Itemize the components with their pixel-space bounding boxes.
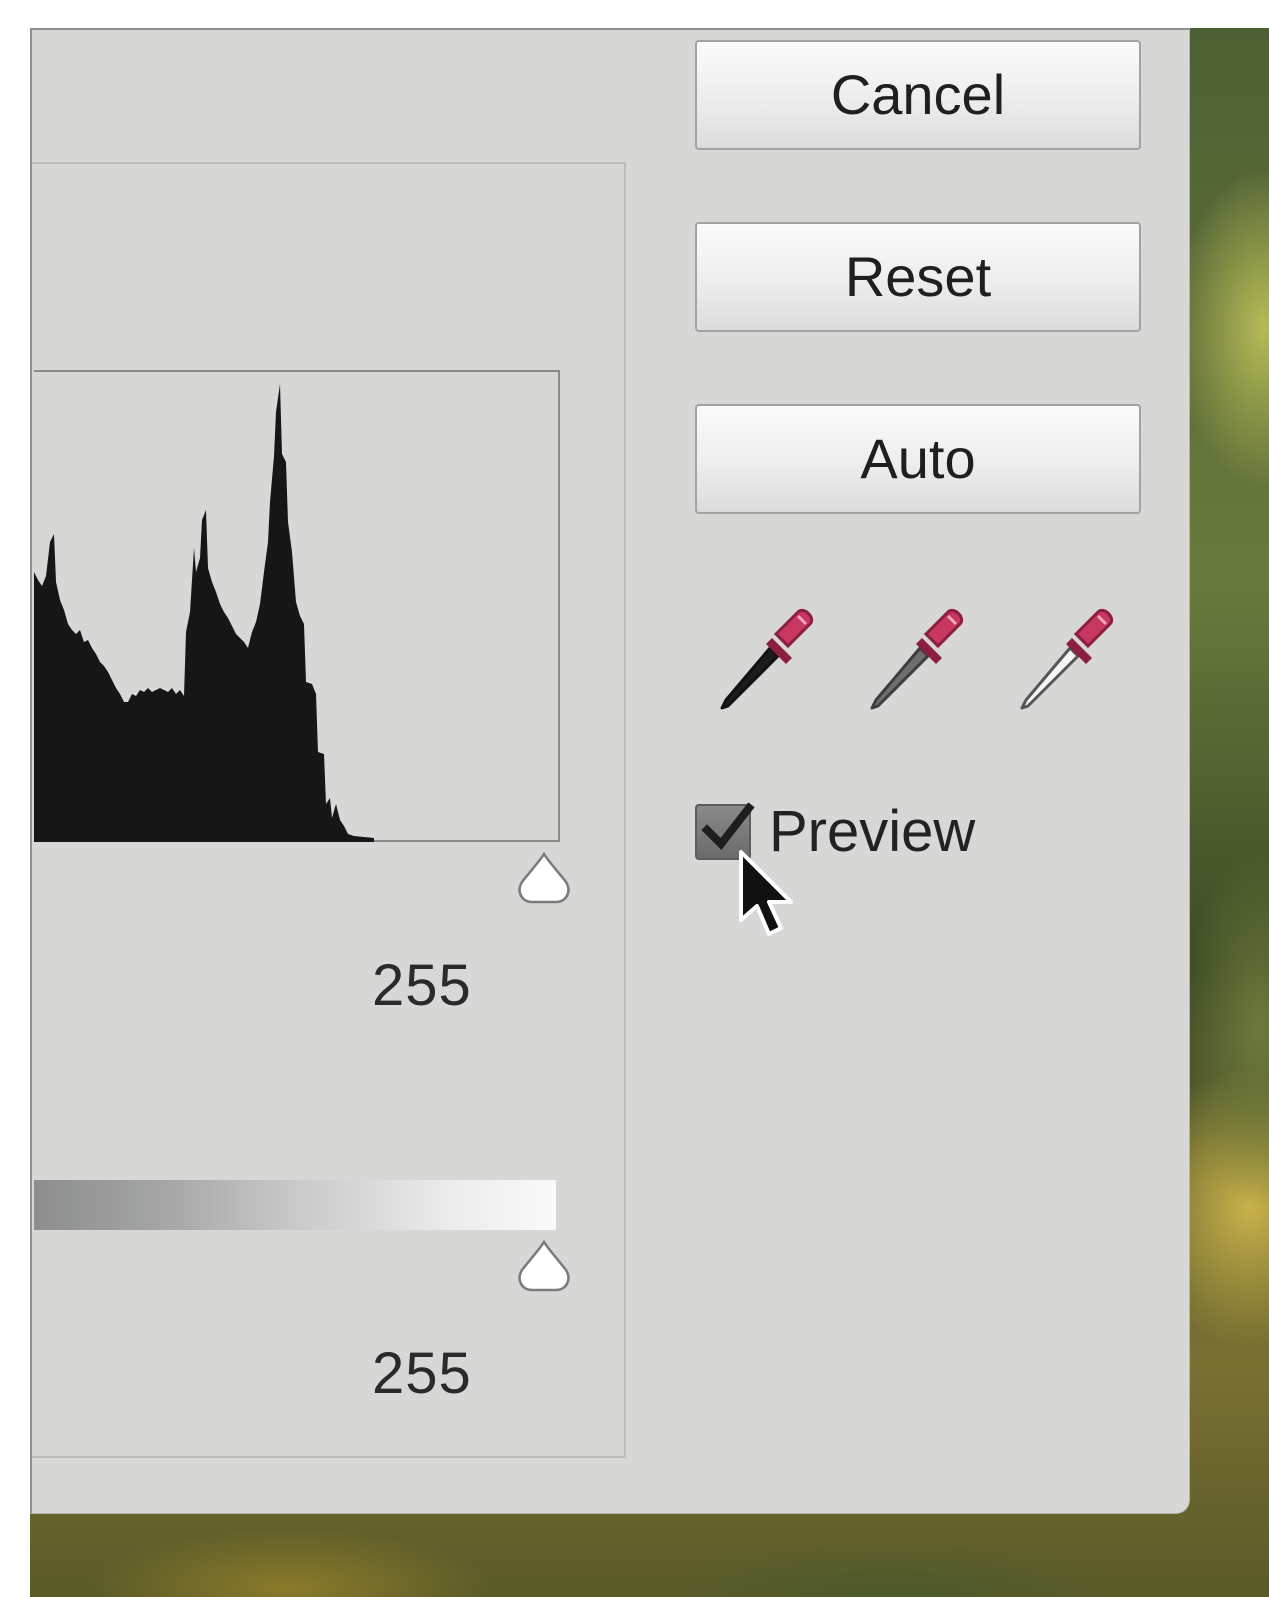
input-white-point-slider[interactable] bbox=[516, 850, 572, 904]
gray-point-eyedropper-icon[interactable] bbox=[858, 600, 978, 720]
mouse-pointer-icon bbox=[739, 850, 793, 936]
histogram-graph bbox=[34, 384, 374, 842]
output-white-value[interactable]: 255 bbox=[372, 1340, 472, 1407]
auto-button[interactable]: Auto bbox=[695, 404, 1141, 514]
output-white-point-slider[interactable] bbox=[516, 1238, 572, 1292]
histogram-shape bbox=[34, 384, 374, 842]
reset-button[interactable]: Reset bbox=[695, 222, 1141, 332]
white-point-eyedropper-icon[interactable] bbox=[1008, 600, 1128, 720]
input-white-value[interactable]: 255 bbox=[372, 952, 472, 1019]
input-levels-histogram bbox=[34, 370, 560, 842]
output-levels-gradient bbox=[34, 1180, 556, 1230]
black-point-eyedropper-icon[interactable] bbox=[708, 600, 828, 720]
cancel-button[interactable]: Cancel bbox=[695, 40, 1141, 150]
